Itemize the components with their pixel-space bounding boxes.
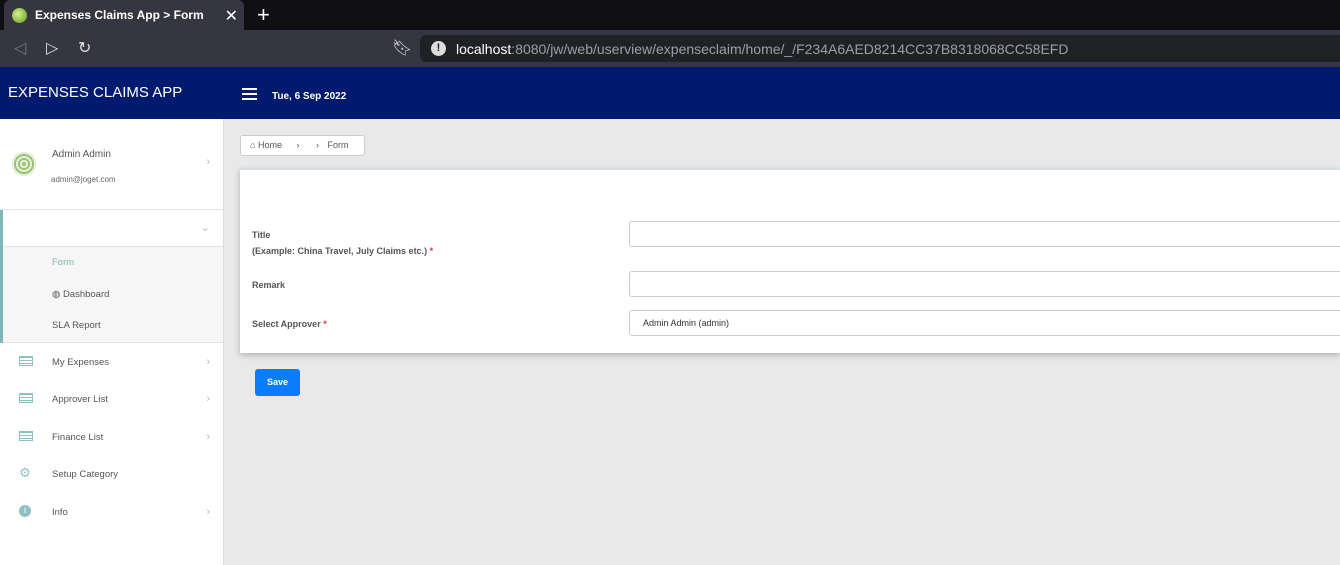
menu-group-header[interactable]: ⌄ [3, 210, 223, 247]
menu-group: ⌄ Form ◍ Dashboard SLA Report [0, 210, 223, 343]
app-favicon-icon [12, 7, 27, 23]
profile-name: Admin Admin [52, 149, 111, 160]
form-card: Title (Example: China Travel, July Claims… [240, 169, 1340, 353]
title-label: Title (Example: China Travel, July Claims… [252, 227, 433, 259]
sidebar-item-finance-list[interactable]: Finance List › [0, 418, 223, 456]
browser-tab[interactable]: Expenses Claims App > Form ✕ [4, 0, 244, 30]
sidebar-item-info[interactable]: i Info › [0, 493, 223, 531]
new-tab-icon[interactable]: + [257, 2, 270, 28]
reload-icon[interactable]: ↻ [78, 38, 91, 58]
back-icon[interactable]: ◁ [14, 38, 26, 58]
avatar [12, 152, 36, 176]
sidebar-item-form[interactable]: Form [3, 247, 223, 279]
sidebar-item-label: Info [52, 506, 68, 518]
sidebar-item-label: My Expenses [52, 356, 110, 368]
chevron-right-icon: › [206, 355, 210, 368]
chevron-right-icon: › [206, 156, 210, 168]
url-host: localhost [456, 40, 512, 57]
browser-tab-bar: Expenses Claims App > Form ✕ + [0, 0, 1340, 30]
sidebar-item-my-expenses[interactable]: My Expenses › [0, 343, 223, 381]
url-path: :8080/jw/web/userview/expenseclaim/home/… [511, 40, 1069, 57]
sidebar-item-label: Finance List [52, 431, 104, 443]
menu-toggle-icon[interactable] [242, 88, 257, 103]
approver-select[interactable]: Admin Admin (admin) [629, 310, 1340, 336]
breadcrumb-separator: › [316, 140, 319, 150]
info-icon: i [19, 504, 31, 517]
remark-label: Remark [252, 280, 286, 290]
browser-toolbar: ◁ ▷ ↻ 🔖︎ ! localhost:8080/jw/web/uservie… [0, 30, 1340, 67]
chevron-right-icon: › [206, 430, 210, 443]
gear-icon: ⚙ [19, 465, 31, 480]
sidebar-item-sla-report[interactable]: SLA Report [3, 310, 223, 342]
remark-input[interactable] [629, 271, 1340, 297]
forward-icon[interactable]: ▷ [46, 38, 58, 58]
breadcrumb-current: Form [327, 140, 349, 150]
required-mark: * [429, 246, 434, 256]
header-date: Tue, 6 Sep 2022 [272, 91, 347, 102]
sidebar-item-label: Approver List [52, 394, 108, 405]
list-icon [19, 355, 33, 366]
app-header: EXPENSES CLAIMS APP Tue, 6 Sep 2022 [0, 67, 1340, 119]
user-profile[interactable]: Admin Admin admin@joget.com › [0, 119, 223, 210]
app-title[interactable]: EXPENSES CLAIMS APP [8, 84, 182, 101]
tab-title: Expenses Claims App > Form [35, 8, 204, 22]
required-mark: * [323, 319, 327, 329]
sidebar-item-dashboard[interactable]: ◍ Dashboard [3, 279, 223, 311]
approver-label-text: Select Approver [252, 319, 321, 329]
title-label-text: Title [252, 230, 271, 240]
sidebar-item-approver-list[interactable]: Approver List › [0, 380, 223, 418]
chevron-right-icon: › [206, 505, 210, 518]
title-hint: (Example: China Travel, July Claims etc.… [252, 246, 428, 256]
breadcrumb: ⌂ Home › › Form [240, 135, 365, 156]
address-bar[interactable]: ! localhost:8080/jw/web/userview/expense… [420, 35, 1340, 62]
sidebar-item-label: Setup Category [52, 469, 119, 480]
chevron-right-icon: › [206, 393, 210, 405]
list-icon [19, 430, 33, 441]
site-info-icon[interactable]: ! [431, 41, 446, 56]
sidebar: Admin Admin admin@joget.com › ⌄ Form ◍ D… [0, 119, 224, 565]
dashboard-icon: ◍ [52, 288, 63, 300]
breadcrumb-separator: › [296, 140, 300, 150]
profile-email: admin@joget.com [51, 175, 116, 184]
home-icon: ⌂ [250, 140, 256, 150]
save-button[interactable]: Save [255, 369, 300, 396]
title-input[interactable] [629, 221, 1340, 247]
list-icon [19, 393, 33, 403]
sidebar-item-setup-category[interactable]: ⚙ Setup Category [0, 455, 223, 493]
chevron-down-icon: ⌄ [200, 222, 210, 234]
close-tab-icon[interactable]: ✕ [225, 6, 238, 26]
breadcrumb-home-label: Home [257, 140, 282, 150]
breadcrumb-home[interactable]: ⌂ Home [250, 140, 282, 150]
bookmark-icon[interactable]: 🔖︎ [392, 38, 412, 58]
approver-label: Select Approver * [252, 316, 327, 332]
sidebar-item-label: Dashboard [62, 288, 110, 300]
